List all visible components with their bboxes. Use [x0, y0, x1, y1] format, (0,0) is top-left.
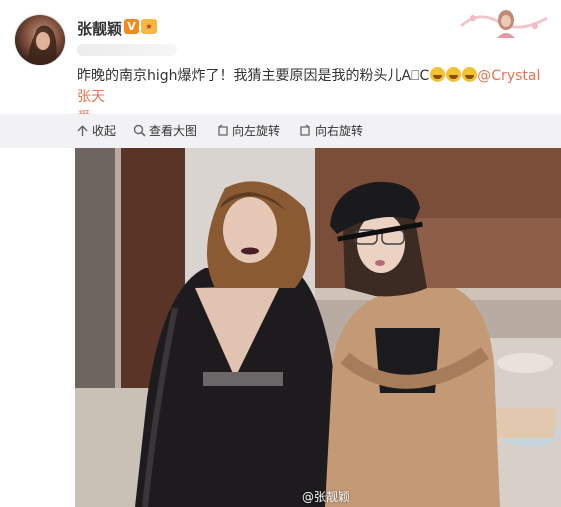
rotate-right-label: 向右旋转	[315, 124, 364, 138]
laugh-cry-emoji	[445, 67, 461, 82]
header-decoration-icon	[460, 10, 548, 38]
view-large-button[interactable]: 查看大图	[133, 123, 197, 139]
member-level-icon: ★	[141, 19, 157, 34]
rotate-left-button[interactable]: 向左旋转	[216, 123, 280, 139]
view-large-label: 查看大图	[149, 124, 198, 138]
collapse-icon	[77, 125, 88, 136]
username[interactable]: 张靓颖	[77, 18, 122, 39]
collapse-label: 收起	[92, 124, 117, 138]
rotate-right-icon	[300, 124, 310, 136]
rotate-right-button[interactable]: 向右旋转	[299, 123, 363, 139]
image-toolbar: 收起 查看大图 向左旋转 向右旋转	[0, 114, 561, 148]
post-body-text: 昨晚的南京high爆炸了！我猜主要原因是我的粉头儿A⎕C	[77, 68, 430, 84]
collapse-button[interactable]: 收起	[76, 123, 116, 139]
post-meta-blurred	[77, 44, 177, 56]
post-photo[interactable]	[75, 148, 561, 507]
laugh-cry-emoji	[461, 67, 477, 82]
rotate-left-label: 向左旋转	[232, 124, 281, 138]
photo-watermark: @张靓颖	[302, 490, 351, 504]
post-header: 张靓颖 V ★	[0, 0, 561, 72]
verified-badge-icon: V	[124, 19, 139, 34]
laugh-cry-emoji	[429, 67, 445, 82]
avatar[interactable]	[15, 15, 65, 65]
magnifier-icon	[133, 124, 146, 137]
rotate-left-icon	[218, 124, 228, 136]
